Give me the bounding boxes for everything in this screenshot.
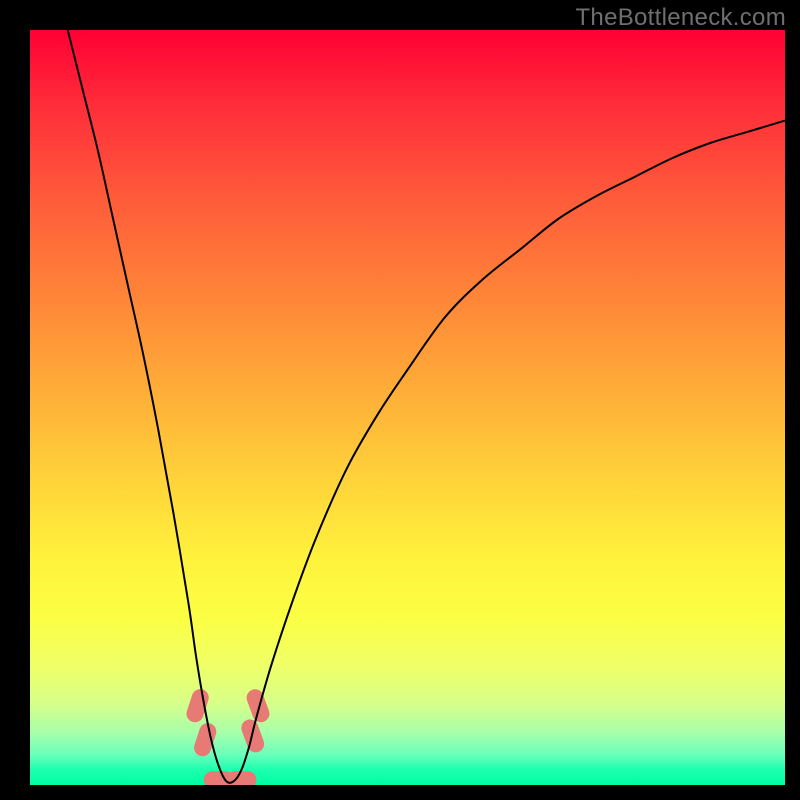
bottleneck-curve [68,30,785,783]
plot-area [30,30,785,785]
watermark-text: TheBottleneck.com [575,4,786,32]
chart-frame: TheBottleneck.com [0,0,800,800]
marker-f [244,687,272,725]
chart-svg [30,30,785,785]
marker-layer [184,687,272,785]
